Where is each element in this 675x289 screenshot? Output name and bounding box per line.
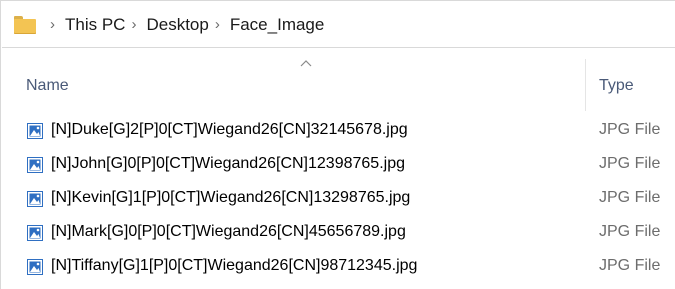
image-file-icon xyxy=(27,225,43,241)
sort-ascending-caret-icon xyxy=(300,60,312,67)
breadcrumb-desktop[interactable]: Desktop xyxy=(146,15,208,35)
file-list: [N]Duke[G]2[P]0[CT]Wiegand26[CN]32145678… xyxy=(2,115,675,285)
file-type: JPG File xyxy=(599,257,661,274)
chevron-right-icon[interactable]: › xyxy=(50,17,55,32)
image-file-icon xyxy=(27,259,43,275)
file-type: JPG File xyxy=(599,223,661,240)
explorer-window: › This PC › Desktop › Face_Image Name Ty… xyxy=(0,0,675,289)
file-name: [N]Kevin[G]1[P]0[CT]Wiegand26[CN]1329876… xyxy=(51,189,411,206)
file-name: [N]John[G]0[P]0[CT]Wiegand26[CN]12398765… xyxy=(51,155,405,172)
column-header-name[interactable]: Name xyxy=(26,77,69,95)
file-name: [N]Mark[G]0[P]0[CT]Wiegand26[CN]45656789… xyxy=(51,223,406,240)
image-file-icon xyxy=(27,191,43,207)
address-bar[interactable]: › This PC › Desktop › Face_Image xyxy=(2,2,675,48)
image-file-icon xyxy=(27,123,43,139)
file-type: JPG File xyxy=(599,121,661,138)
folder-icon xyxy=(14,15,36,34)
file-type: JPG File xyxy=(599,155,661,172)
file-row[interactable]: [N]Mark[G]0[P]0[CT]Wiegand26[CN]45656789… xyxy=(2,217,675,251)
chevron-right-icon[interactable]: › xyxy=(215,17,220,32)
chevron-right-icon[interactable]: › xyxy=(131,17,136,32)
file-row[interactable]: [N]Tiffany[G]1[P]0[CT]Wiegand26[CN]98712… xyxy=(2,251,675,285)
file-row[interactable]: [N]John[G]0[P]0[CT]Wiegand26[CN]12398765… xyxy=(2,149,675,183)
column-divider[interactable] xyxy=(585,59,586,111)
file-row[interactable]: [N]Kevin[G]1[P]0[CT]Wiegand26[CN]1329876… xyxy=(2,183,675,217)
column-header-row: Name Type xyxy=(2,49,675,111)
breadcrumb-face-image[interactable]: Face_Image xyxy=(230,15,325,35)
file-name: [N]Tiffany[G]1[P]0[CT]Wiegand26[CN]98712… xyxy=(51,257,418,274)
column-header-type[interactable]: Type xyxy=(599,77,634,95)
file-name: [N]Duke[G]2[P]0[CT]Wiegand26[CN]32145678… xyxy=(51,121,408,138)
file-row[interactable]: [N]Duke[G]2[P]0[CT]Wiegand26[CN]32145678… xyxy=(2,115,675,149)
image-file-icon xyxy=(27,157,43,173)
breadcrumb-this-pc[interactable]: This PC xyxy=(65,15,125,35)
file-type: JPG File xyxy=(599,189,661,206)
